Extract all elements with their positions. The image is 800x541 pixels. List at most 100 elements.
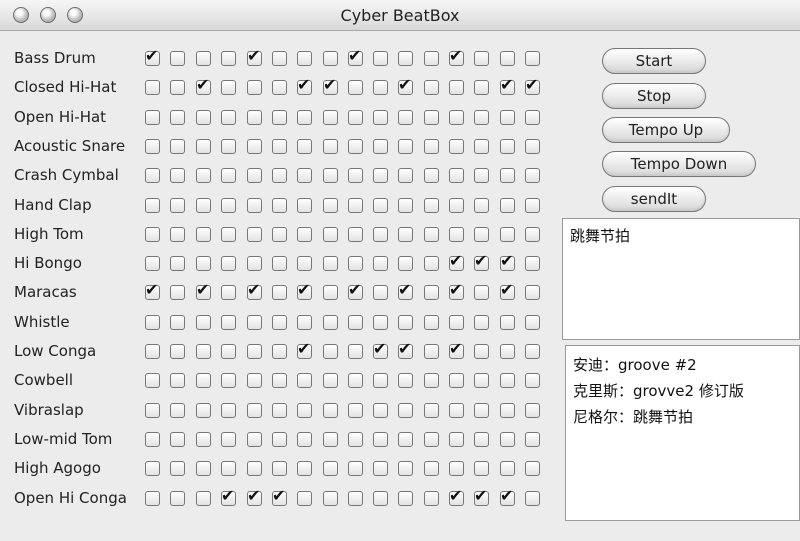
beat-checkbox[interactable] — [398, 138, 413, 154]
beat-checkbox[interactable] — [525, 51, 540, 66]
beat-checkbox[interactable] — [170, 285, 185, 301]
beat-checkbox[interactable] — [272, 486, 287, 506]
message-input[interactable]: 跳舞节拍 — [562, 218, 800, 340]
beat-checkbox[interactable] — [373, 373, 388, 389]
beat-checkbox[interactable] — [323, 373, 338, 389]
beat-checkbox[interactable] — [449, 280, 464, 301]
beat-checkbox[interactable] — [525, 402, 540, 418]
beat-checkbox[interactable] — [424, 431, 439, 447]
beat-checkbox[interactable] — [297, 490, 312, 506]
beat-checkbox[interactable] — [424, 344, 439, 359]
beat-checkbox[interactable] — [474, 344, 489, 359]
beat-checkbox[interactable] — [424, 80, 439, 96]
beat-checkbox[interactable] — [323, 344, 338, 359]
beat-checkbox[interactable] — [247, 314, 262, 330]
beat-checkbox[interactable] — [196, 373, 211, 389]
beat-checkbox[interactable] — [500, 251, 515, 272]
beat-checkbox[interactable] — [525, 197, 540, 213]
beat-checkbox[interactable] — [196, 138, 211, 154]
beat-checkbox[interactable] — [373, 285, 388, 301]
beat-checkbox[interactable] — [525, 461, 540, 477]
beat-checkbox[interactable] — [474, 51, 489, 66]
incoming-message[interactable]: 克里斯：grovve2 修订版 — [573, 378, 792, 404]
beat-checkbox[interactable] — [398, 51, 413, 66]
beat-checkbox[interactable] — [196, 168, 211, 184]
beat-checkbox[interactable] — [145, 314, 160, 330]
beat-checkbox[interactable] — [474, 226, 489, 242]
beat-checkbox[interactable] — [196, 280, 211, 301]
beat-checkbox[interactable] — [500, 75, 515, 96]
beat-checkbox[interactable] — [500, 226, 515, 242]
beat-checkbox[interactable] — [525, 431, 540, 447]
beat-checkbox[interactable] — [474, 109, 489, 125]
beat-checkbox[interactable] — [424, 490, 439, 506]
beat-checkbox[interactable] — [424, 314, 439, 330]
beat-checkbox[interactable] — [398, 339, 413, 359]
beat-checkbox[interactable] — [323, 285, 338, 301]
start-button[interactable]: Start — [602, 48, 706, 74]
beat-checkbox[interactable] — [221, 285, 236, 301]
beat-checkbox[interactable] — [449, 373, 464, 389]
beat-checkbox[interactable] — [398, 280, 413, 301]
beat-checkbox[interactable] — [373, 80, 388, 96]
beat-checkbox[interactable] — [398, 373, 413, 389]
beat-checkbox[interactable] — [525, 256, 540, 272]
beat-checkbox[interactable] — [398, 402, 413, 418]
beat-checkbox[interactable] — [247, 197, 262, 213]
beat-checkbox[interactable] — [449, 402, 464, 418]
beat-checkbox[interactable] — [474, 251, 489, 272]
beat-checkbox[interactable] — [348, 256, 363, 272]
beat-checkbox[interactable] — [297, 197, 312, 213]
beat-checkbox[interactable] — [297, 402, 312, 418]
beat-checkbox[interactable] — [170, 138, 185, 154]
beat-checkbox[interactable] — [398, 226, 413, 242]
beat-checkbox[interactable] — [170, 431, 185, 447]
beat-checkbox[interactable] — [272, 285, 287, 301]
beat-checkbox[interactable] — [373, 168, 388, 184]
beat-checkbox[interactable] — [398, 256, 413, 272]
beat-checkbox[interactable] — [221, 109, 236, 125]
beat-checkbox[interactable] — [170, 226, 185, 242]
beat-checkbox[interactable] — [500, 461, 515, 477]
beat-checkbox[interactable] — [170, 80, 185, 96]
beat-checkbox[interactable] — [348, 80, 363, 96]
beat-checkbox[interactable] — [398, 431, 413, 447]
beat-checkbox[interactable] — [525, 285, 540, 301]
beat-checkbox[interactable] — [424, 461, 439, 477]
beat-checkbox[interactable] — [398, 197, 413, 213]
beat-checkbox[interactable] — [373, 109, 388, 125]
beat-checkbox[interactable] — [449, 80, 464, 96]
beat-checkbox[interactable] — [272, 80, 287, 96]
beat-checkbox[interactable] — [373, 226, 388, 242]
beat-checkbox[interactable] — [221, 344, 236, 359]
beat-checkbox[interactable] — [145, 402, 160, 418]
beat-checkbox[interactable] — [145, 344, 160, 359]
beat-checkbox[interactable] — [500, 402, 515, 418]
beat-checkbox[interactable] — [424, 402, 439, 418]
beat-checkbox[interactable] — [221, 402, 236, 418]
beat-checkbox[interactable] — [196, 344, 211, 359]
beat-checkbox[interactable] — [323, 461, 338, 477]
beat-checkbox[interactable] — [221, 314, 236, 330]
beat-checkbox[interactable] — [424, 109, 439, 125]
beat-checkbox[interactable] — [500, 197, 515, 213]
stop-button[interactable]: Stop — [602, 83, 706, 109]
beat-checkbox[interactable] — [247, 431, 262, 447]
beat-checkbox[interactable] — [449, 109, 464, 125]
beat-checkbox[interactable] — [424, 51, 439, 66]
beat-checkbox[interactable] — [221, 168, 236, 184]
beat-checkbox[interactable] — [348, 402, 363, 418]
beat-checkbox[interactable] — [145, 109, 160, 125]
beat-checkbox[interactable] — [196, 226, 211, 242]
beat-checkbox[interactable] — [373, 197, 388, 213]
beat-checkbox[interactable] — [500, 431, 515, 447]
beat-checkbox[interactable] — [145, 280, 160, 301]
beat-checkbox[interactable] — [449, 486, 464, 506]
beat-checkbox[interactable] — [272, 256, 287, 272]
beat-checkbox[interactable] — [474, 486, 489, 506]
beat-checkbox[interactable] — [145, 461, 160, 477]
beat-checkbox[interactable] — [373, 314, 388, 330]
beat-checkbox[interactable] — [323, 226, 338, 242]
beat-checkbox[interactable] — [373, 339, 388, 359]
beat-checkbox[interactable] — [424, 138, 439, 154]
